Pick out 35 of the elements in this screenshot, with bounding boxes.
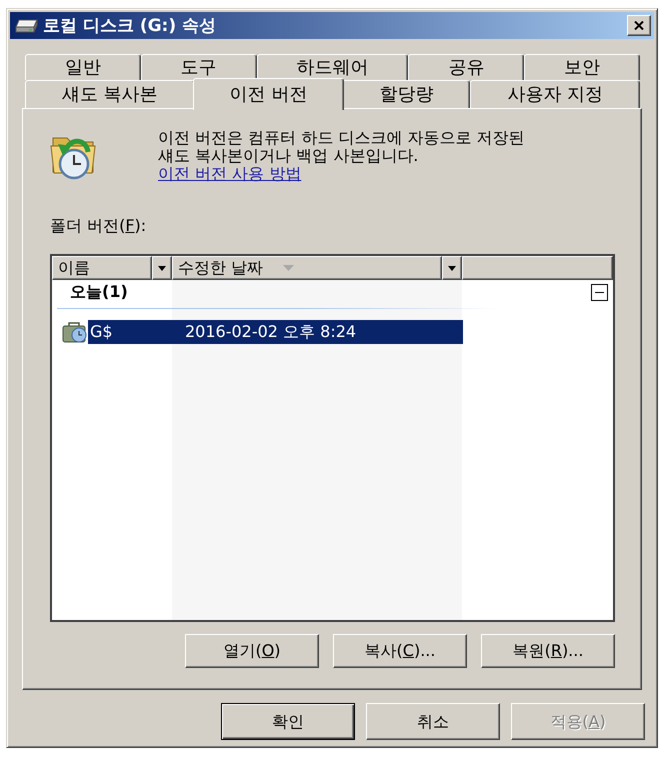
window-title: 로컬 디스크 (G:) 속성 bbox=[43, 14, 216, 36]
tab[interactable]: 사용자 지정 bbox=[470, 80, 640, 108]
tab[interactable]: 공유 bbox=[408, 54, 524, 80]
tab[interactable]: 이전 버전 bbox=[192, 78, 344, 110]
tab[interactable]: 도구 bbox=[140, 54, 257, 80]
help-link[interactable]: 이전 버전 사용 방법 bbox=[158, 164, 302, 183]
tab[interactable]: 하드웨어 bbox=[256, 54, 408, 80]
column-dropdown-button[interactable] bbox=[442, 256, 462, 280]
copy-button[interactable]: 복사(C)... bbox=[333, 634, 467, 668]
column-dropdown-button[interactable] bbox=[152, 256, 172, 280]
close-button[interactable] bbox=[627, 15, 651, 36]
column-header[interactable]: 이름 bbox=[52, 256, 152, 280]
caret-icon bbox=[158, 266, 166, 270]
name-cell-text: G$ bbox=[89, 322, 114, 342]
list-view[interactable]: 이름 수정한 날짜 오늘(1) G$ 2016-02-02 오후 8:24 bbox=[50, 254, 615, 622]
group-header[interactable]: 오늘(1) bbox=[70, 282, 128, 302]
sort-arrow-icon bbox=[283, 265, 294, 271]
cancel-button[interactable]: 취소 bbox=[366, 703, 500, 740]
open-button[interactable]: 열기(O) bbox=[185, 634, 319, 668]
restore-button[interactable]: 복원(R)... bbox=[481, 634, 615, 668]
tab[interactable]: 섀도 복사본 bbox=[25, 80, 195, 108]
tab[interactable]: 보안 bbox=[524, 54, 640, 80]
tab[interactable]: 일반 bbox=[25, 54, 141, 80]
collapse-icon[interactable] bbox=[591, 284, 608, 300]
list-item[interactable]: G$ 2016-02-02 오후 8:24 bbox=[88, 320, 463, 344]
column-header[interactable]: 수정한 날짜 bbox=[172, 256, 442, 280]
close-icon bbox=[634, 21, 644, 30]
drive-icon bbox=[14, 18, 38, 32]
folder-clock-icon bbox=[62, 320, 88, 344]
caret-icon bbox=[448, 266, 456, 270]
folder-versions-label: 폴더 버전(F): bbox=[50, 216, 146, 236]
date-cell-text: 2016-02-02 오후 8:24 bbox=[184, 322, 356, 342]
ok-button[interactable]: 확인 bbox=[221, 703, 355, 740]
tab[interactable]: 할당량 bbox=[342, 80, 470, 108]
description-text: 이전 버전은 컴퓨터 하드 디스크에 자동으로 저장된 섀도 복사본이거나 백업 사본입니다. 이전 버전 사용 방법 bbox=[158, 129, 526, 183]
